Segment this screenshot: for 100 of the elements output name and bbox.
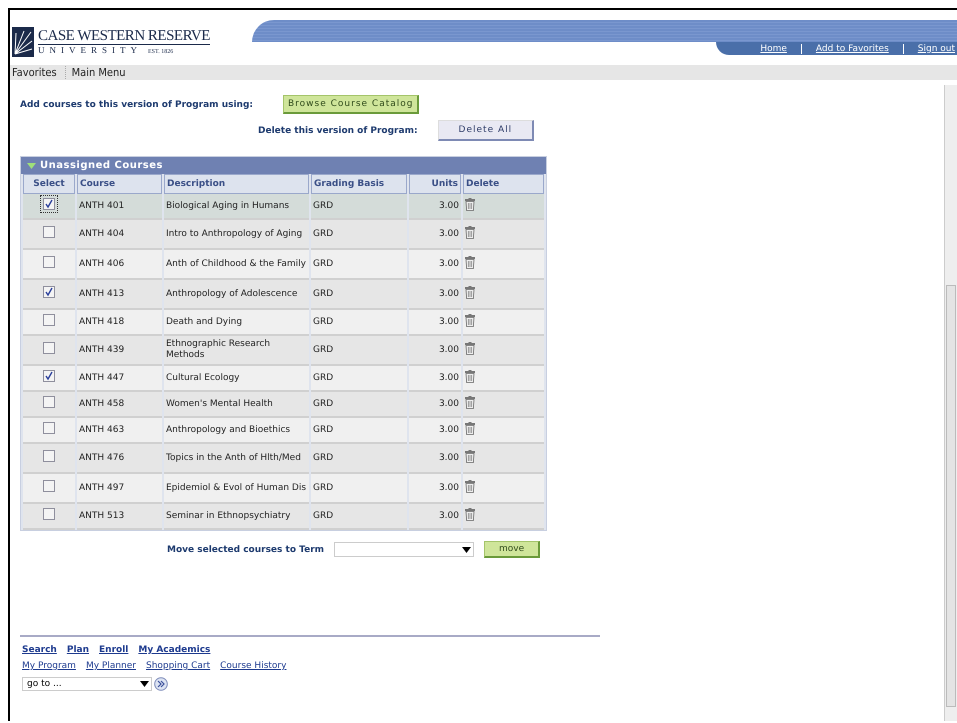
units-value: 3.00 [438,288,459,298]
column-header: Grading Basis [311,174,407,194]
column-header: Select [23,174,75,194]
units-value: 3.00 [438,228,459,238]
course-description: Anthropology of Adolescence [166,288,298,298]
header-link[interactable]: Sign out [902,44,957,54]
nav-link[interactable]: My Program [22,661,76,671]
goto-dropdown[interactable]: go to ... [22,677,152,691]
course-description: Epidemiol & Evol of Human Dis [166,482,306,492]
units-value: 3.00 [438,452,459,462]
trash-icon[interactable] [465,256,475,268]
select-checkbox[interactable] [43,370,55,382]
units-value: 3.00 [438,510,459,520]
units-value: 3.00 [438,258,459,268]
course-description: Cultural Ecology [166,372,240,382]
delete-version-label: Delete this version of Program: [258,126,418,136]
course-description: Anth of Childhood & the Family [166,258,306,268]
course-description: Biological Aging in Humans [166,200,290,210]
course-code: ANTH 476 [79,452,124,462]
trash-icon[interactable] [465,286,475,298]
nav-link[interactable]: Course History [220,661,286,671]
add-courses-label: Add courses to this version of Program using: [20,100,253,110]
course-description: Topics in the Anth of Hlth/Med [166,452,301,462]
select-checkbox[interactable] [43,342,55,354]
logo-icon [12,27,34,57]
header-link[interactable]: Home [746,44,801,54]
trash-icon[interactable] [465,396,475,408]
nav-link[interactable]: My Planner [86,661,136,671]
menu-item[interactable]: Main Menu [66,66,134,79]
nav-link[interactable]: Enroll [99,645,128,655]
course-description: Ethnographic Research Methods [166,339,270,360]
select-checkbox[interactable] [43,286,55,298]
nav-link[interactable]: Plan [66,645,90,655]
course-code: ANTH 418 [79,316,124,326]
select-checkbox[interactable] [43,226,55,238]
units-value: 3.00 [438,398,459,408]
select-checkbox[interactable] [43,198,55,210]
select-checkbox[interactable] [43,256,55,268]
select-checkbox[interactable] [43,508,55,520]
course-code: ANTH 401 [79,200,124,210]
course-code: ANTH 439 [79,344,124,354]
course-code: ANTH 447 [79,372,124,382]
grading-basis: GRD [313,228,334,238]
trash-icon[interactable] [465,314,475,326]
dropdown-arrow-icon [140,681,149,687]
grading-basis: GRD [313,258,334,268]
select-checkbox[interactable] [43,480,55,492]
go-icon[interactable] [154,677,168,691]
course-code: ANTH 413 [79,288,124,298]
delete-all-button[interactable]: Delete All [438,120,534,141]
trash-icon[interactable] [465,370,475,382]
course-description: Intro to Anthropology of Aging [166,228,302,238]
grading-basis: GRD [313,316,334,326]
course-description: Women's Mental Health [166,398,273,408]
units-value: 3.00 [438,372,459,382]
grading-basis: GRD [313,200,334,210]
nav-link[interactable]: Shopping Cart [146,661,210,671]
course-description: Seminar in Ethnopsychiatry [166,510,290,520]
move-button[interactable]: move [484,541,540,558]
trash-icon[interactable] [465,342,475,354]
column-header: Units [409,174,461,194]
move-label: Move selected courses to Term [167,544,324,554]
grading-basis: GRD [313,482,334,492]
units-value: 3.00 [438,424,459,434]
trash-icon[interactable] [465,226,475,238]
select-checkbox[interactable] [43,314,55,326]
grading-basis: GRD [313,288,334,298]
menu-item[interactable]: Favorites [10,66,66,79]
course-description: Death and Dying [166,316,242,326]
section-header[interactable]: Unassigned Courses [21,157,546,174]
grading-basis: GRD [313,398,334,408]
select-checkbox[interactable] [43,396,55,408]
header-link[interactable]: Add to Favorites [800,44,903,54]
dropdown-arrow-icon [462,546,472,552]
trash-icon[interactable] [465,422,475,434]
trash-icon[interactable] [465,450,475,462]
course-code: ANTH 404 [79,228,124,238]
grading-basis: GRD [313,424,334,434]
grading-basis: GRD [313,372,334,382]
nav-link[interactable]: Search [22,645,57,655]
column-header: Description [164,174,309,194]
column-header: Delete [463,174,544,194]
course-code: ANTH 497 [79,482,124,492]
trash-icon[interactable] [465,508,475,520]
browse-catalog-button[interactable]: Browse Course Catalog [283,95,420,114]
course-code: ANTH 463 [79,424,124,434]
grading-basis: GRD [313,510,334,520]
trash-icon[interactable] [465,198,475,210]
section-title: Unassigned Courses [40,160,163,171]
course-code: ANTH 406 [79,258,124,268]
course-code: ANTH 513 [79,510,124,520]
units-value: 3.00 [438,482,459,492]
university-name: CASE WESTERN RESERVE [38,29,210,44]
select-checkbox[interactable] [43,422,55,434]
select-checkbox[interactable] [43,450,55,462]
trash-icon[interactable] [465,480,475,492]
course-code: ANTH 458 [79,398,124,408]
nav-link[interactable]: My Academics [138,645,210,655]
scrollbar[interactable] [944,85,957,721]
column-header: Course [77,174,162,194]
